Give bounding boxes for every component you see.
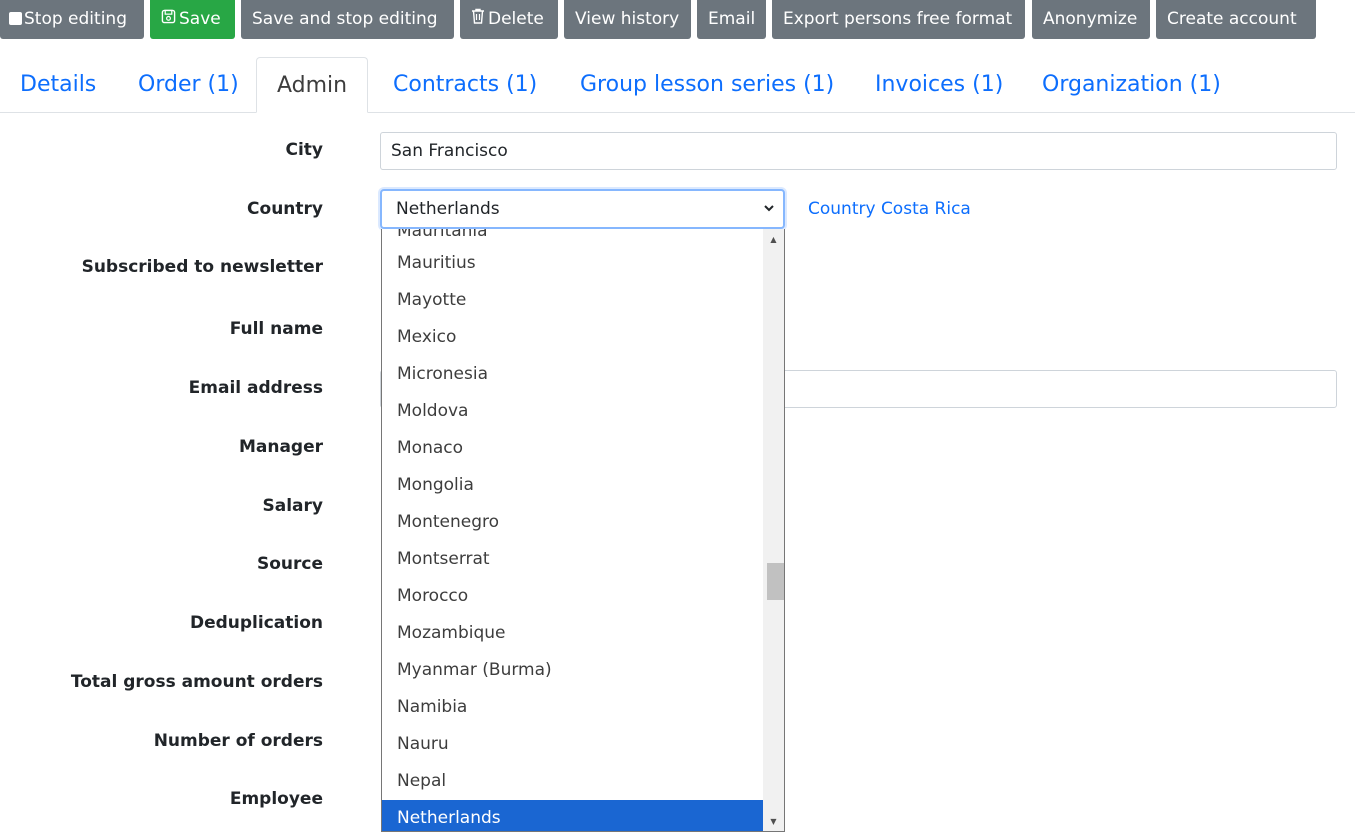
create-account-button[interactable]: Create account [1156, 0, 1316, 39]
option-montserrat[interactable]: Montserrat [382, 541, 764, 578]
tab-organization[interactable]: Organization (1) [1042, 57, 1221, 112]
email-address-label: Email address [188, 378, 323, 398]
option-monaco[interactable]: Monaco [382, 430, 764, 467]
option-moldova[interactable]: Moldova [382, 393, 764, 430]
option-nepal[interactable]: Nepal [382, 763, 764, 800]
tab-bar: Details Order (1) Admin Contracts (1) Gr… [0, 57, 1355, 113]
tab-contracts[interactable]: Contracts (1) [393, 57, 537, 112]
email-button[interactable]: Email [697, 0, 766, 39]
save-and-stop-editing-button[interactable]: Save and stop editing [241, 0, 454, 39]
country-select[interactable]: Netherlands [380, 189, 785, 229]
save-icon [161, 0, 176, 39]
option-micronesia[interactable]: Micronesia [382, 356, 764, 393]
checkbox-icon [9, 11, 22, 25]
option-morocco[interactable]: Morocco [382, 578, 764, 615]
trash-icon [471, 0, 485, 39]
country-costa-rica-link[interactable]: Country Costa Rica [808, 199, 971, 219]
option-montenegro[interactable]: Montenegro [382, 504, 764, 541]
view-history-button[interactable]: View history [564, 0, 691, 39]
scroll-down-arrow-icon[interactable]: ▼ [763, 813, 784, 830]
option-mongolia[interactable]: Mongolia [382, 467, 764, 504]
export-persons-button[interactable]: Export persons free format [772, 0, 1025, 39]
total-gross-amount-orders-label: Total gross amount orders [70, 672, 323, 692]
tab-invoices[interactable]: Invoices (1) [875, 57, 1003, 112]
source-label: Source [256, 554, 323, 574]
city-label: City [285, 140, 323, 160]
option-mozambique[interactable]: Mozambique [382, 615, 764, 652]
option-mexico[interactable]: Mexico [382, 319, 764, 356]
salary-label: Salary [262, 496, 323, 516]
option-netherlands[interactable]: Netherlands [382, 800, 764, 831]
tab-details[interactable]: Details [20, 57, 96, 112]
employee-label: Employee [229, 789, 323, 809]
subscribed-newsletter-label: Subscribed to newsletter [81, 257, 323, 277]
city-input[interactable]: San Francisco [380, 132, 1337, 170]
save-button[interactable]: Save [150, 0, 235, 39]
number-of-orders-label: Number of orders [153, 731, 323, 751]
delete-button[interactable]: Delete [460, 0, 558, 39]
scrollbar-thumb[interactable] [767, 563, 784, 600]
deduplication-label: Deduplication [189, 613, 323, 633]
option-mayotte[interactable]: Mayotte [382, 282, 764, 319]
tab-order[interactable]: Order (1) [138, 57, 239, 112]
country-label: Country [247, 199, 323, 219]
tab-admin[interactable]: Admin [256, 57, 369, 113]
full-name-label: Full name [229, 319, 323, 339]
manager-label: Manager [238, 437, 323, 457]
option-myanmar[interactable]: Myanmar (Burma) [382, 652, 764, 689]
anonymize-button[interactable]: Anonymize [1032, 0, 1150, 39]
country-select-value: Netherlands [396, 199, 500, 219]
option-mauritius[interactable]: Mauritius [382, 245, 764, 282]
option-nauru[interactable]: Nauru [382, 726, 764, 763]
country-dropdown-list[interactable]: Mauritania Mauritius Mayotte Mexico Micr… [381, 229, 785, 832]
stop-editing-button[interactable]: Stop editing [0, 0, 144, 39]
tab-group-lesson-series[interactable]: Group lesson series (1) [580, 57, 834, 112]
option-namibia[interactable]: Namibia [382, 689, 764, 726]
dropdown-scrollbar[interactable]: ▲ ▼ [763, 229, 784, 831]
scroll-up-arrow-icon[interactable]: ▲ [763, 231, 784, 248]
